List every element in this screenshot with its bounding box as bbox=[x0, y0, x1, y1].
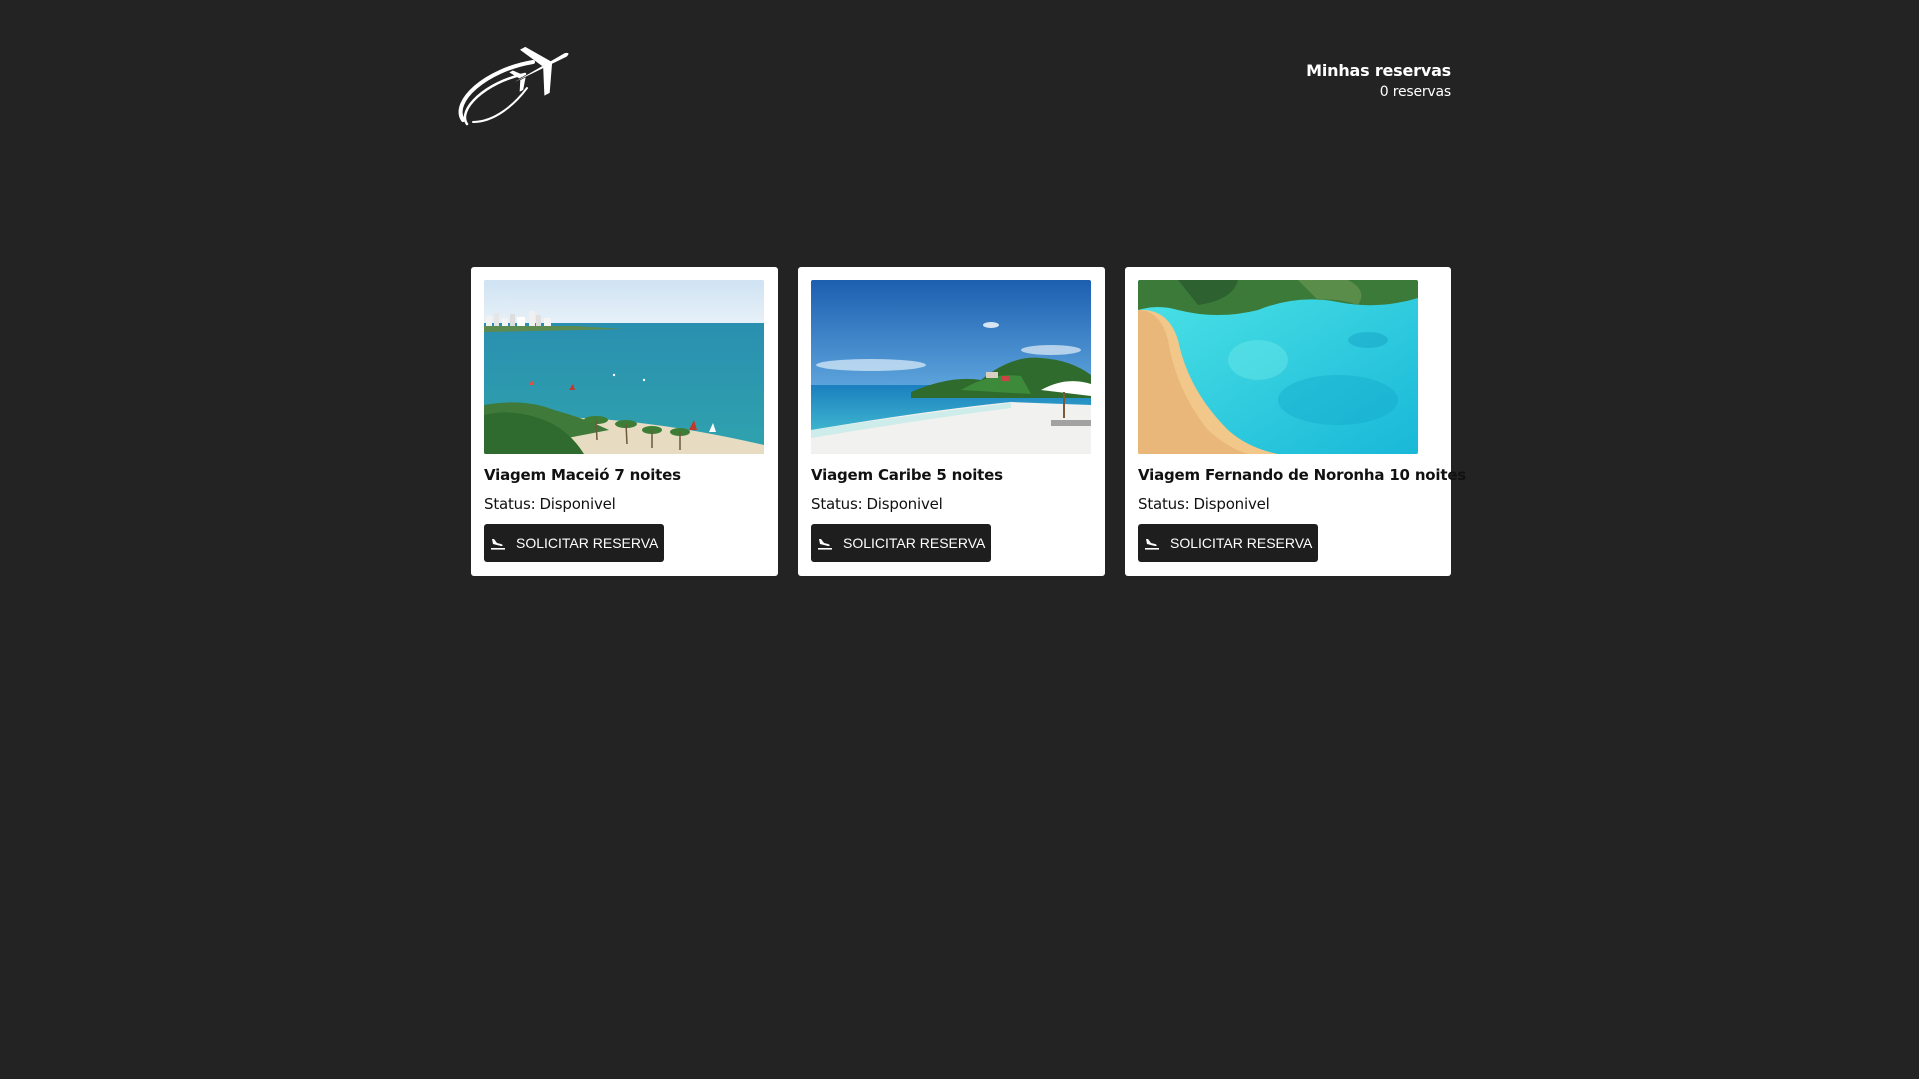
button-label: SOLICITAR RESERVA bbox=[516, 535, 659, 551]
plane-landing-icon bbox=[1144, 536, 1160, 550]
trip-card-list: Viagem Maceió 7 noites Status: Disponivel… bbox=[471, 267, 1467, 576]
status-value: Disponivel bbox=[539, 495, 616, 513]
my-reservations-title: Minhas reservas bbox=[1306, 61, 1451, 80]
header: Minhas reservas 0 reservas bbox=[0, 0, 1919, 140]
reservations-count: 0 reservas bbox=[1379, 84, 1451, 100]
my-reservations-link[interactable]: Minhas reservas 0 reservas bbox=[1306, 60, 1451, 102]
status-label: Status: bbox=[811, 495, 863, 513]
trip-card: Viagem Maceió 7 noites Status: Disponivel… bbox=[471, 267, 778, 576]
trip-status: Status: Disponivel bbox=[811, 494, 1092, 514]
status-label: Status: bbox=[1138, 495, 1190, 513]
status-value: Disponivel bbox=[866, 495, 943, 513]
trip-image bbox=[1138, 280, 1418, 454]
status-label: Status: bbox=[484, 495, 536, 513]
trip-title: Viagem Fernando de Noronha 10 noites bbox=[1138, 466, 1467, 484]
airplane-logo-icon[interactable] bbox=[455, 32, 575, 127]
trip-title: Viagem Caribe 5 noites bbox=[811, 466, 1003, 484]
trip-image bbox=[484, 280, 764, 454]
request-reservation-button[interactable]: SOLICITAR RESERVA bbox=[1138, 524, 1319, 562]
plane-landing-icon bbox=[817, 536, 833, 550]
trip-title: Viagem Maceió 7 noites bbox=[484, 466, 681, 484]
plane-landing-icon bbox=[490, 536, 506, 550]
button-label: SOLICITAR RESERVA bbox=[1170, 535, 1313, 551]
trip-card: Viagem Fernando de Noronha 10 noites Sta… bbox=[1125, 267, 1467, 576]
trip-status: Status: Disponivel bbox=[484, 494, 765, 514]
trip-status: Status: Disponivel bbox=[1138, 494, 1438, 514]
request-reservation-button[interactable]: SOLICITAR RESERVA bbox=[484, 524, 665, 562]
request-reservation-button[interactable]: SOLICITAR RESERVA bbox=[811, 524, 992, 562]
button-label: SOLICITAR RESERVA bbox=[843, 535, 986, 551]
status-value: Disponivel bbox=[1193, 495, 1270, 513]
trip-image bbox=[811, 280, 1091, 454]
trip-card: Viagem Caribe 5 noites Status: Disponivel… bbox=[798, 267, 1105, 576]
